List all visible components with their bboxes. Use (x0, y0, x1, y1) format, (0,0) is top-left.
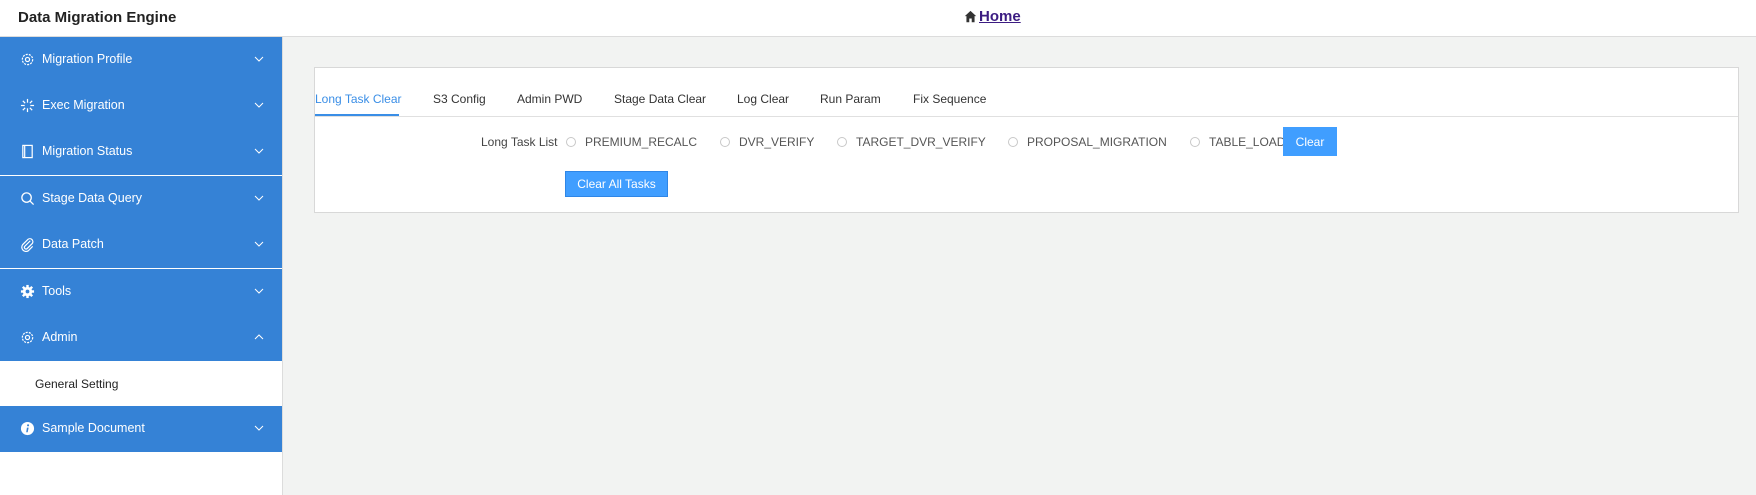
sidebar-item-sample-document[interactable]: Sample Document (0, 406, 282, 452)
sidebar-item-label: Migration Status (42, 144, 133, 158)
radio-table-load[interactable]: TABLE_LOAD (1190, 135, 1285, 149)
chevron-up-icon (254, 332, 264, 342)
document-icon (20, 144, 35, 159)
sidebar-item-stage-data-query[interactable]: Stage Data Query (0, 176, 282, 222)
chevron-down-icon (254, 239, 264, 249)
radio-dvr-verify[interactable]: DVR_VERIFY (720, 135, 814, 149)
sidebar-item-exec-migration[interactable]: Exec Migration (0, 83, 282, 129)
sidebar-item-label: Exec Migration (42, 98, 125, 112)
chevron-down-icon (254, 423, 264, 433)
tab-stage-data-clear[interactable]: Stage Data Clear (614, 92, 706, 106)
active-tab-indicator (315, 114, 399, 116)
home-icon (964, 10, 977, 23)
clear-button[interactable]: Clear (1283, 127, 1337, 156)
sidebar-item-label: Admin (42, 330, 78, 344)
sidebar-item-label: Sample Document (42, 421, 145, 435)
chevron-down-icon (254, 286, 264, 296)
home-link[interactable]: Home (964, 8, 1021, 25)
radio-circle (837, 137, 847, 147)
radio-proposal-migration[interactable]: PROPOSAL_MIGRATION (1008, 135, 1167, 149)
gear-icon (20, 330, 35, 345)
main-panel: Long Task Clear S3 Config Admin PWD Stag… (314, 67, 1739, 213)
radio-circle (720, 137, 730, 147)
cog-icon (20, 284, 35, 299)
radio-target-dvr-verify[interactable]: TARGET_DVR_VERIFY (837, 135, 986, 149)
sidebar-subitem-label: General Setting (35, 377, 119, 391)
radio-circle (566, 137, 576, 147)
radio-label: TARGET_DVR_VERIFY (856, 135, 986, 149)
sparkle-icon (20, 98, 35, 113)
gear-icon (20, 52, 35, 67)
paperclip-icon (20, 237, 35, 252)
home-link-label: Home (979, 8, 1021, 25)
tab-long-task-clear[interactable]: Long Task Clear (315, 92, 402, 106)
sidebar-item-migration-profile[interactable]: Migration Profile (0, 37, 282, 83)
radio-circle (1008, 137, 1018, 147)
sidebar: Migration Profile Exec Migration Migrati… (0, 37, 283, 495)
sidebar-item-label: Migration Profile (42, 52, 133, 66)
info-icon (20, 421, 35, 436)
sidebar-item-label: Data Patch (42, 237, 104, 251)
radio-label: TABLE_LOAD (1209, 135, 1286, 149)
radio-label: PREMIUM_RECALC (585, 135, 698, 149)
radio-premium-recalc[interactable]: PREMIUM_RECALC (566, 135, 697, 149)
tab-log-clear[interactable]: Log Clear (737, 92, 789, 106)
sidebar-item-migration-status[interactable]: Migration Status (0, 129, 282, 175)
chevron-down-icon (254, 193, 264, 203)
search-icon (20, 191, 35, 206)
long-task-list-label: Long Task List (481, 135, 558, 149)
tab-bar: Long Task Clear S3 Config Admin PWD Stag… (315, 68, 1738, 117)
radio-label: DVR_VERIFY (739, 135, 815, 149)
chevron-down-icon (254, 146, 264, 156)
tab-fix-sequence[interactable]: Fix Sequence (913, 92, 986, 106)
app-title: Data Migration Engine (18, 9, 177, 26)
clear-all-tasks-button[interactable]: Clear All Tasks (565, 171, 668, 197)
radio-label: PROPOSAL_MIGRATION (1027, 135, 1167, 149)
chevron-down-icon (254, 100, 264, 110)
sidebar-item-label: Tools (42, 284, 72, 298)
sidebar-item-admin[interactable]: Admin (0, 315, 282, 361)
sidebar-item-label: Stage Data Query (42, 191, 143, 205)
tab-admin-pwd[interactable]: Admin PWD (517, 92, 582, 106)
tab-s3-config[interactable]: S3 Config (433, 92, 486, 106)
tab-run-param[interactable]: Run Param (820, 92, 881, 106)
sidebar-item-tools[interactable]: Tools (0, 269, 282, 315)
top-bar: Data Migration Engine Home (0, 0, 1756, 37)
radio-circle (1190, 137, 1200, 147)
chevron-down-icon (254, 54, 264, 64)
sidebar-subitem-general-setting[interactable]: General Setting (0, 362, 282, 406)
sidebar-item-data-patch[interactable]: Data Patch (0, 222, 282, 268)
